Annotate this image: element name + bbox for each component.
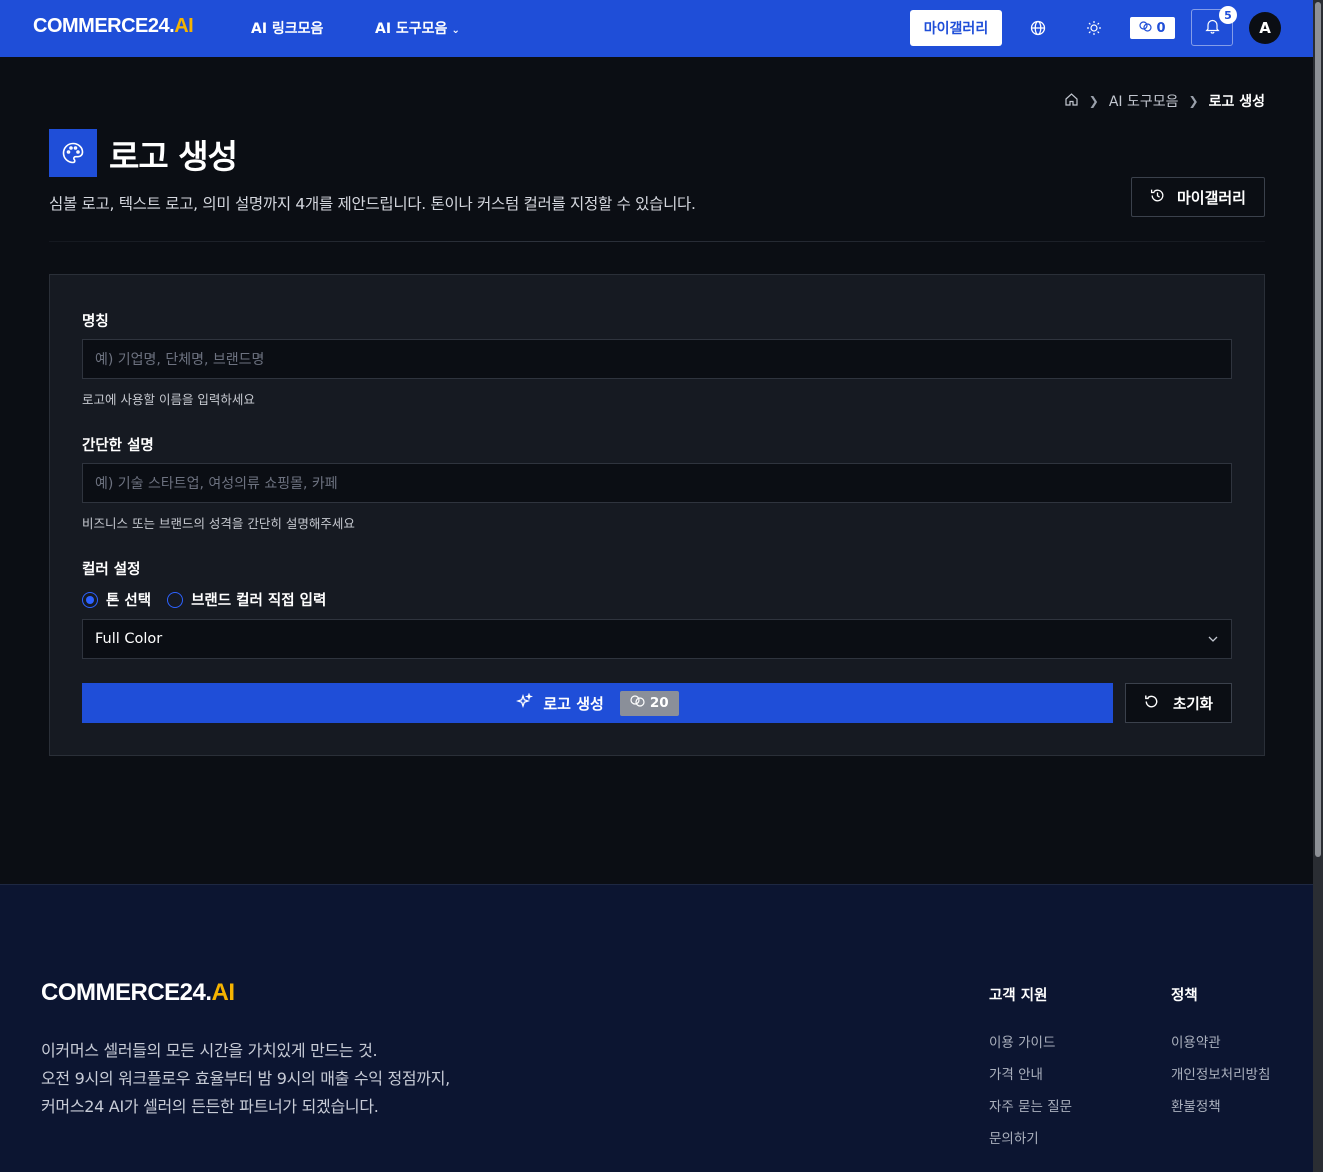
footer-link-faq[interactable]: 자주 묻는 질문: [989, 1095, 1072, 1115]
footer-link-contact[interactable]: 문의하기: [989, 1127, 1039, 1147]
tone-select[interactable]: Full Color: [82, 619, 1232, 659]
bell-icon: [1204, 18, 1220, 38]
chevron-right-icon: ❯: [1188, 94, 1199, 108]
footer-logo-accent: AI: [211, 979, 236, 1006]
name-input-placeholder: 예) 기업명, 단체명, 브랜드명: [95, 352, 265, 368]
page-description: 심볼 로고, 텍스트 로고, 의미 설명까지 4개를 제안드립니다. 톤이나 커…: [49, 195, 696, 213]
chevron-down-icon: ⌄: [451, 25, 460, 36]
credit-cost-value: 20: [649, 695, 669, 711]
description-help-text: 비즈니스 또는 브랜드의 성격을 간단히 설명해주세요: [82, 516, 355, 531]
footer: COMMERCE24.AI 이커머스 셀러들의 모든 시간을 가치있게 만드는 …: [0, 884, 1313, 1172]
scrollbar-thumb[interactable]: [1315, 2, 1321, 857]
footer-support-title: 고객 지원: [989, 988, 1048, 1004]
header-my-gallery-button[interactable]: 마이갤러리: [910, 10, 1002, 46]
nav-ai-tools[interactable]: AI 도구모음 ⌄: [375, 18, 460, 38]
name-label: 명칭: [82, 314, 109, 330]
generate-logo-button[interactable]: 로고 생성 20: [82, 683, 1113, 723]
top-navbar: COMMERCE24.AI AI 링크모음 AI 도구모음 ⌄ 마이갤러리 0 5…: [0, 0, 1313, 57]
chevron-down-icon: [1207, 631, 1219, 647]
footer-logo[interactable]: COMMERCE24.AI: [41, 979, 235, 1007]
notification-badge: 5: [1219, 6, 1237, 24]
radio-tone-select-label: 톤 선택: [106, 593, 152, 609]
logo-form-card: 명칭 예) 기업명, 단체명, 브랜드명 로고에 사용할 이름을 입력하세요 간…: [49, 274, 1265, 756]
palette-icon: [49, 129, 97, 177]
avatar[interactable]: A: [1249, 12, 1281, 44]
footer-logo-text: COMMERCE24.: [41, 979, 212, 1006]
logo-accent-text: AI: [174, 15, 194, 37]
my-gallery-label: 마이갤러리: [1176, 188, 1246, 207]
coins-icon: [630, 695, 645, 711]
radio-unchecked[interactable]: [167, 591, 184, 608]
generate-logo-label: 로고 생성: [543, 694, 604, 713]
radio-checked[interactable]: [82, 591, 98, 608]
footer-policy-title: 정책: [1171, 988, 1198, 1004]
description-input-placeholder: 예) 기술 스타트업, 여성의류 쇼핑몰, 카페: [95, 476, 338, 492]
footer-link-refund[interactable]: 환불정책: [1171, 1095, 1221, 1115]
footer-link-privacy[interactable]: 개인정보처리방침: [1171, 1063, 1270, 1083]
sparkles-icon: [516, 691, 534, 714]
footer-link-pricing[interactable]: 가격 안내: [989, 1063, 1043, 1083]
history-icon: [1150, 188, 1165, 207]
refresh-icon: [1144, 694, 1159, 713]
globe-icon[interactable]: [1028, 18, 1048, 38]
footer-tagline-line: 이커머스 셀러들의 모든 시간을 가치있게 만드는 것.: [41, 1041, 378, 1060]
breadcrumb: ❯ AI 도구모음 ❯ 로고 생성: [1064, 91, 1265, 111]
footer-tagline-line: 오전 9시의 워크플로우 효율부터 밤 9시의 매출 수익 정점까지,: [41, 1069, 450, 1088]
description-input[interactable]: 예) 기술 스타트업, 여성의류 쇼핑몰, 카페: [82, 463, 1232, 503]
brand-logo[interactable]: COMMERCE24.AI: [33, 15, 194, 38]
sun-icon[interactable]: [1084, 18, 1104, 38]
credit-balance[interactable]: 0: [1130, 17, 1175, 39]
description-label: 간단한 설명: [82, 438, 154, 454]
chevron-right-icon: ❯: [1088, 94, 1099, 108]
breadcrumb-parent[interactable]: AI 도구모음: [1109, 91, 1179, 111]
coins-icon: [1139, 20, 1153, 36]
footer-tagline-line: 커머스24 AI가 셀러의 든든한 파트너가 되겠습니다.: [41, 1097, 379, 1116]
radio-brand-color-label: 브랜드 컬러 직접 입력: [191, 593, 327, 609]
nav-ai-tools-label: AI 도구모음: [375, 21, 448, 37]
my-gallery-button[interactable]: 마이갤러리: [1131, 177, 1265, 217]
name-input[interactable]: 예) 기업명, 단체명, 브랜드명: [82, 339, 1232, 379]
footer-link-guide[interactable]: 이용 가이드: [989, 1031, 1055, 1051]
tone-select-value: Full Color: [95, 631, 163, 647]
reset-label: 초기화: [1172, 696, 1214, 713]
credit-cost-chip: 20: [619, 690, 679, 716]
footer-link-terms[interactable]: 이용약관: [1171, 1031, 1221, 1051]
page-title: 로고 생성: [109, 137, 238, 176]
breadcrumb-current: 로고 생성: [1208, 94, 1265, 110]
logo-text: COMMERCE24.: [33, 15, 175, 37]
radio-brand-color[interactable]: 브랜드 컬러 직접 입력: [167, 589, 326, 610]
name-help-text: 로고에 사용할 이름을 입력하세요: [82, 392, 255, 407]
section-divider: [49, 241, 1265, 242]
reset-button[interactable]: 초기화: [1125, 683, 1232, 723]
color-setting-label: 컬러 설정: [82, 562, 141, 578]
home-icon[interactable]: [1064, 92, 1079, 111]
radio-tone-select[interactable]: 톤 선택: [82, 589, 151, 610]
color-mode-radio-group: 톤 선택 브랜드 컬러 직접 입력: [82, 589, 326, 610]
credit-count: 0: [1156, 20, 1166, 36]
nav-ai-links[interactable]: AI 링크모음: [251, 18, 323, 38]
